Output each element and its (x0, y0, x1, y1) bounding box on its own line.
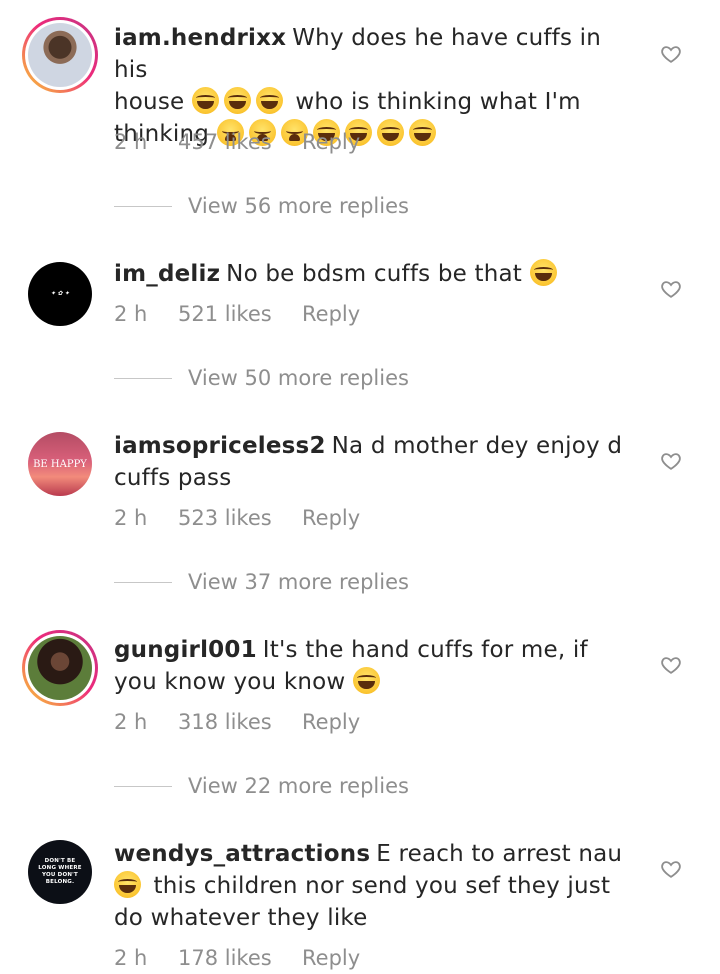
avatar-story-ring[interactable] (22, 17, 98, 93)
likes-count[interactable]: 523 likes (178, 506, 302, 530)
username[interactable]: iamsopriceless2 (114, 433, 326, 459)
joy-emoji-icon (352, 667, 380, 694)
reply-button[interactable]: Reply (302, 130, 360, 154)
timestamp: 2 h (114, 302, 148, 326)
reply-button[interactable]: Reply (302, 946, 360, 970)
comment-text-part: house (114, 89, 185, 115)
reply-button[interactable]: Reply (302, 506, 360, 530)
reply-button[interactable]: Reply (302, 302, 360, 326)
avatar (28, 636, 92, 700)
avatar-caption: BE HAPPY (33, 458, 87, 470)
joy-emoji-icon (408, 119, 436, 146)
view-replies-button[interactable]: View 22 more replies (114, 774, 409, 798)
heart-outline-icon[interactable] (660, 654, 682, 676)
likes-count[interactable]: 178 likes (178, 946, 302, 970)
divider-line (114, 205, 172, 207)
joy-emoji-icon (114, 871, 141, 898)
avatar-caption: DON'T BE LONG WHERE YOU DON'T BELONG. (38, 858, 82, 885)
divider-line (114, 581, 172, 583)
heart-outline-icon[interactable] (660, 43, 682, 65)
divider-line (114, 377, 172, 379)
timestamp: 2 h (114, 506, 148, 530)
view-replies-button[interactable]: View 37 more replies (114, 570, 409, 594)
comment-text: E reach to arrest nau (376, 841, 623, 867)
comment-meta: 2 h 523 likes Reply (114, 506, 360, 530)
comment-meta: 2 h 521 likes Reply (114, 302, 360, 326)
joy-emoji-icon (376, 119, 404, 146)
username[interactable]: gungirl001 (114, 637, 257, 663)
likes-count[interactable]: 318 likes (178, 710, 302, 734)
avatar-container[interactable]: BE HAPPY (22, 426, 98, 502)
comment-meta: 2 h 457 likes Reply (114, 130, 360, 154)
avatar-container[interactable]: ✦ ✿ ✦ (22, 256, 98, 332)
view-replies-label: View 37 more replies (188, 570, 409, 594)
comment-body: wendys_attractions E reach to arrest nau … (114, 838, 634, 934)
avatar-container[interactable]: DON'T BE LONG WHERE YOU DON'T BELONG. (22, 834, 98, 910)
view-replies-label: View 56 more replies (188, 194, 409, 218)
joy-emoji-icon (255, 87, 283, 114)
likes-count[interactable]: 521 likes (178, 302, 302, 326)
timestamp: 2 h (114, 710, 148, 734)
view-replies-button[interactable]: View 50 more replies (114, 366, 409, 390)
username[interactable]: im_deliz (114, 261, 220, 287)
avatar: BE HAPPY (28, 432, 92, 496)
heart-outline-icon[interactable] (660, 450, 682, 472)
avatar-logo-icon: ✦ ✿ ✦ (50, 289, 70, 297)
avatar: DON'T BE LONG WHERE YOU DON'T BELONG. (28, 840, 92, 904)
heart-outline-icon[interactable] (660, 858, 682, 880)
avatar: ✦ ✿ ✦ (28, 262, 92, 326)
view-replies-button[interactable]: View 56 more replies (114, 194, 409, 218)
username[interactable]: wendys_attractions (114, 841, 370, 867)
comment-meta: 2 h 318 likes Reply (114, 710, 360, 734)
likes-count[interactable]: 457 likes (178, 130, 302, 154)
joy-emoji-icon (223, 87, 251, 114)
username[interactable]: iam.hendrixx (114, 25, 286, 51)
heart-outline-icon[interactable] (660, 278, 682, 300)
joy-emoji-icon (529, 259, 557, 286)
comment-text-part: who is thinking what I'm (295, 89, 581, 115)
reply-button[interactable]: Reply (302, 710, 360, 734)
timestamp: 2 h (114, 946, 148, 970)
view-replies-label: View 50 more replies (188, 366, 409, 390)
comment-body: gungirl001 It's the hand cuffs for me, if… (114, 634, 634, 698)
comment-text: No be bdsm cuffs be that (226, 261, 530, 287)
comment-text: this children nor send you sef they just… (114, 873, 611, 931)
joy-emoji-icon (191, 87, 219, 114)
comment-meta: 2 h 178 likes Reply (114, 946, 360, 970)
timestamp: 2 h (114, 130, 148, 154)
divider-line (114, 785, 172, 787)
comment-body: iamsopriceless2 Na d mother dey enjoy d c… (114, 430, 634, 494)
avatar (28, 23, 92, 87)
avatar-story-ring[interactable] (22, 630, 98, 706)
comment-body: im_deliz No be bdsm cuffs be that (114, 258, 634, 290)
view-replies-label: View 22 more replies (188, 774, 409, 798)
